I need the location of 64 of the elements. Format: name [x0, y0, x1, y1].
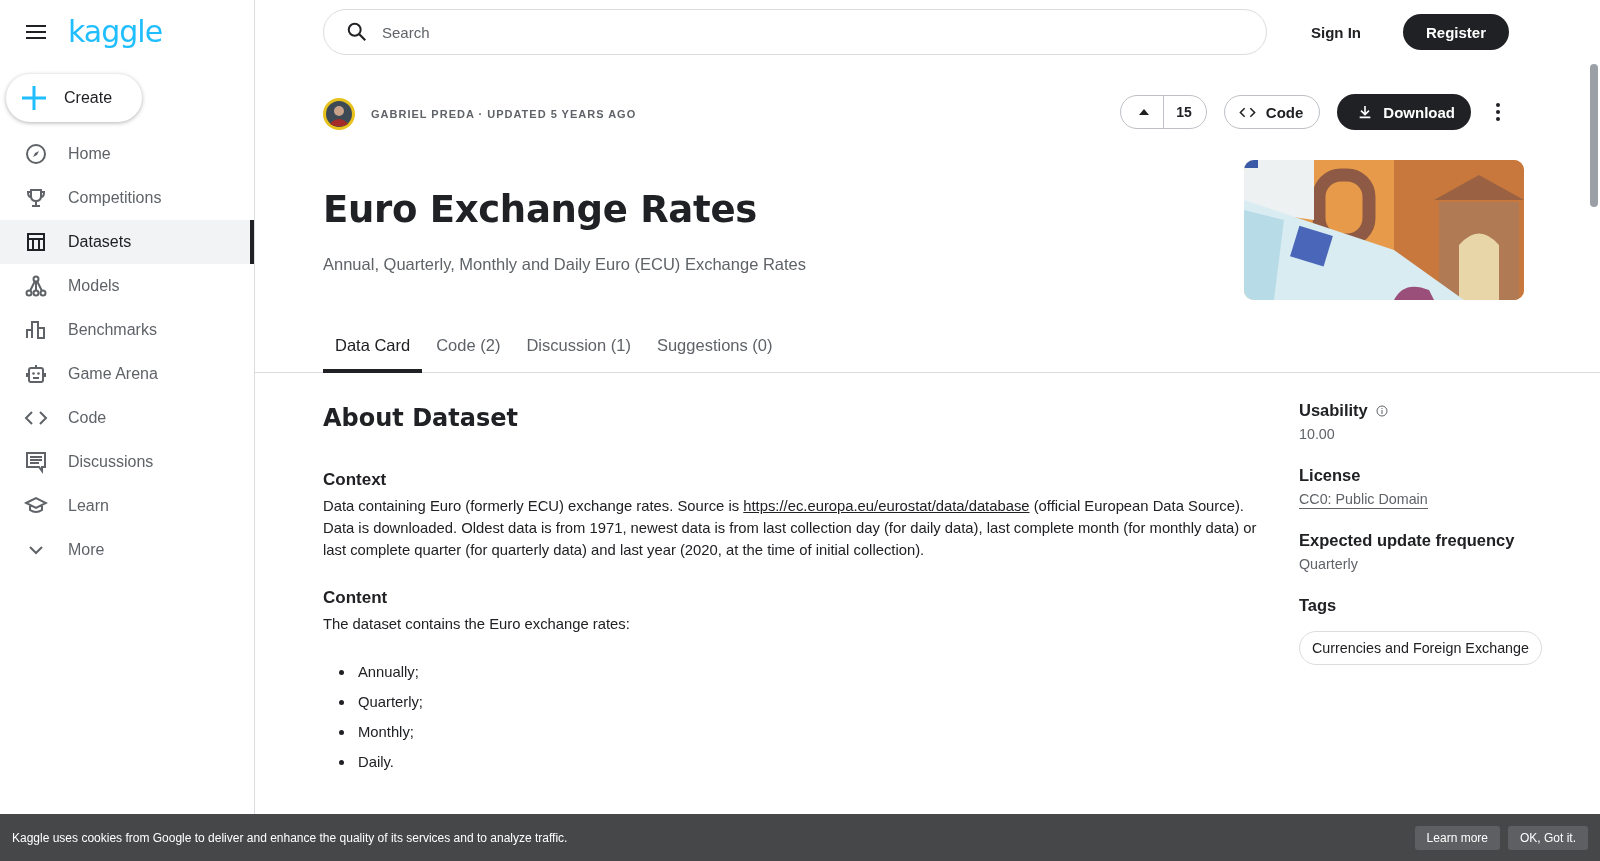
tab[interactable]: Suggestions (0) [644, 336, 785, 373]
metadata-label: Tags [1299, 596, 1337, 615]
download-button[interactable]: Download [1337, 94, 1471, 130]
dataset-subtitle: Annual, Quarterly, Monthly and Daily Euro (ECU) Exchange Rates [323, 255, 806, 274]
nav-item[interactable]: Home [0, 132, 254, 176]
author-update-text: GABRIEL PREDA · UPDATED 5 YEARS AGO [371, 108, 637, 120]
network-icon [24, 274, 48, 298]
metadata-value: 10.00 [1299, 426, 1336, 442]
list-item: Monthly; [358, 723, 414, 742]
tab[interactable]: Code (2) [424, 336, 513, 373]
paragraph: The dataset contains the Euro exchange rates: [323, 615, 631, 634]
triangle-up-icon [1139, 109, 1150, 115]
plus-icon [22, 86, 46, 110]
section-heading: Context [323, 469, 388, 491]
source-link[interactable]: https://ec.europa.eu/eurostat/data/database [743, 498, 1030, 514]
list-item: Quarterly; [358, 693, 423, 712]
nav-item[interactable]: Competitions [0, 176, 254, 220]
tab[interactable]: Discussion (1) [514, 336, 643, 373]
menu-icon[interactable] [26, 25, 46, 39]
avatar[interactable] [323, 98, 355, 130]
register-button[interactable]: Register [1403, 14, 1510, 50]
table-icon [24, 230, 48, 254]
nav-item[interactable]: Game Arena [0, 352, 254, 396]
license-link[interactable]: CC0: Public Domain [1299, 491, 1428, 509]
nav-item[interactable]: Benchmarks [0, 308, 254, 352]
cookie-message: Kaggle uses cookies from Google to deliver and enhance the quality of its services and to analyze traffic. [12, 830, 568, 845]
scrollbar[interactable] [1590, 64, 1598, 207]
metadata-label: License [1299, 466, 1361, 485]
create-button[interactable]: Create [6, 74, 142, 122]
metadata-value: Quarterly [1299, 556, 1359, 572]
robot-icon [24, 362, 48, 386]
metadata-label: Usability [1299, 401, 1368, 420]
learn-more-button[interactable]: Learn more [1414, 825, 1500, 850]
metadata-label: Expected update frequency [1299, 531, 1515, 550]
list-item: Daily. [358, 753, 394, 772]
list-item: Annually; [358, 663, 419, 682]
nav-item[interactable]: Discussions [0, 440, 254, 484]
bullet-icon [339, 759, 344, 765]
compass-icon [24, 142, 48, 166]
nav-item[interactable]: Models [0, 264, 254, 308]
nav-item[interactable]: Datasets [0, 220, 254, 264]
accept-cookies-button[interactable]: OK, Got it. [1508, 825, 1588, 850]
vote-count: 15 [1175, 104, 1193, 120]
bullet-icon [339, 669, 344, 675]
tag-chip[interactable]: Currencies and Foreign Exchange [1299, 631, 1542, 665]
more-options-icon[interactable] [1496, 103, 1500, 121]
info-icon[interactable] [1375, 404, 1388, 417]
section-heading: About Dataset [323, 407, 519, 429]
comment-icon [24, 450, 48, 474]
search-input[interactable]: Search [380, 22, 1244, 42]
bar-chart-icon [24, 318, 48, 342]
sign-in-link[interactable]: Sign In [1307, 17, 1365, 47]
nav-item[interactable]: Learn [0, 484, 254, 528]
bullet-icon [339, 699, 344, 705]
tab[interactable]: Data Card [323, 336, 423, 373]
trophy-icon [24, 186, 48, 210]
code-button[interactable]: Code [1223, 95, 1321, 129]
search-icon [346, 21, 368, 43]
bullet-icon [339, 729, 344, 735]
nav-item[interactable]: Code [0, 396, 254, 440]
section-heading: Content [323, 587, 389, 609]
dataset-title: Euro Exchange Rates [323, 188, 758, 231]
paragraph: Data containing Euro (formerly ECU) exchange rates. Source is https://ec.europa.eu/eurostat/data/database (official European Data Source). Data is downloaded. Oldest data is from 1971, newest data is from last collection day (for daily data), last complete month (for monthly data) or last complete quarter (for quarterly data) and last year (2020, at the time of initial collection). [323, 497, 1258, 560]
nav-item[interactable]: More [0, 528, 254, 572]
